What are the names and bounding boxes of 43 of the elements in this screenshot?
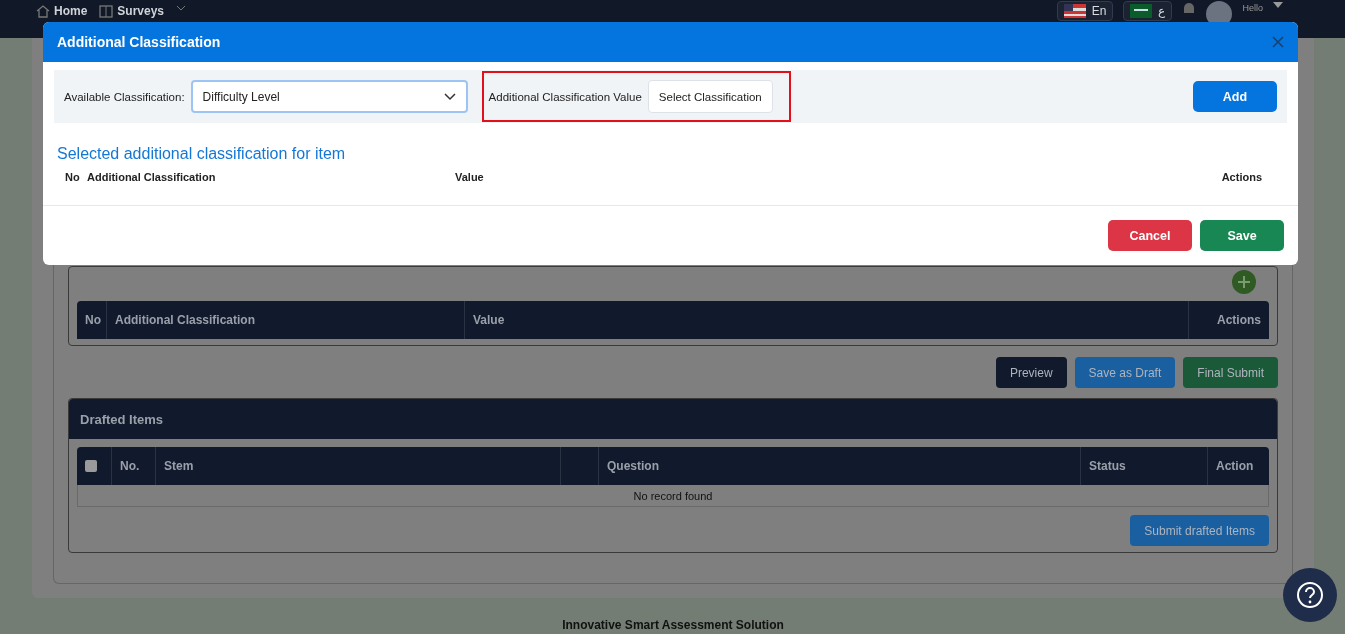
column-header: Question [599,447,1081,485]
column-header: Actions [1220,171,1262,183]
column-header: Value [455,171,485,183]
modal-title: Additional Classification [57,34,221,50]
cancel-button[interactable]: Cancel [1108,220,1192,251]
help-icon [1296,581,1324,609]
column-header: Value [465,301,1189,339]
column-header: Actions [1216,312,1262,329]
plus-icon[interactable] [1231,269,1257,295]
field-label: Additional Classification Value [488,90,642,103]
flag-icon [1130,4,1153,18]
section-title: Selected additional classification for item [57,145,347,163]
classification-select[interactable]: Difficulty Level [190,80,468,113]
field-label: Available Classification: [64,90,185,103]
column-header: No [65,171,81,183]
column-header: Action [1215,458,1255,475]
column-header: No [77,301,107,339]
panel-title: Drafted Items [69,399,1277,439]
footer-text: Innovative Smart Assessment Solution [561,617,785,634]
checkbox[interactable] [85,460,97,472]
column-header: Additional Classification [87,171,217,183]
caret-icon [176,4,187,12]
empty-message: No record found [77,485,1269,507]
nav-link[interactable]: Home [36,4,88,18]
column-header: No. [112,447,156,485]
add-button[interactable]: Add [1193,81,1277,112]
action-button[interactable]: Final Submit [1183,357,1278,388]
caret-icon[interactable] [1273,1,1283,9]
help-button[interactable] [1283,568,1337,622]
flag-icon [1063,4,1086,18]
greeting: Hello [1242,3,1263,13]
column-header: Additional Classification [107,301,465,339]
home-icon [36,4,50,18]
select-button[interactable]: Select Classification [647,80,773,113]
language-button[interactable]: En [1056,1,1114,21]
column-header: Stem [156,447,561,485]
close-icon[interactable] [1272,36,1284,48]
action-button[interactable]: Preview [995,357,1067,388]
column-header: Status [1081,447,1208,485]
language-button[interactable]: ع [1123,1,1173,21]
nav-link[interactable]: Surveys [99,4,165,18]
chevron-down-icon [443,92,456,101]
save-button[interactable]: Save [1200,220,1284,251]
